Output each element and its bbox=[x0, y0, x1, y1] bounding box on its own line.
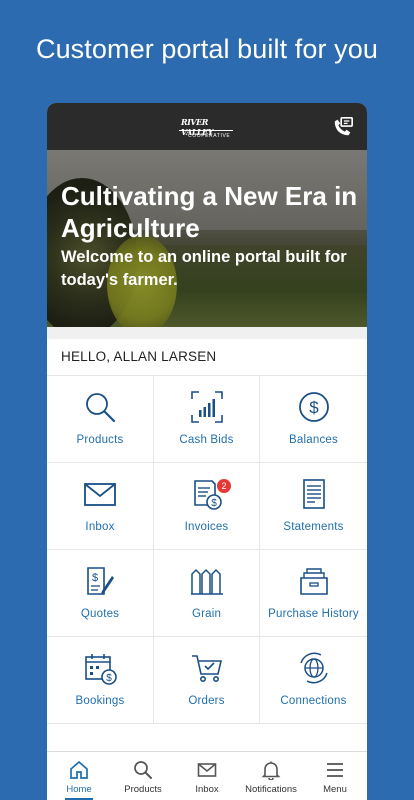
nav-label: Menu bbox=[323, 784, 347, 795]
envelope-icon bbox=[84, 483, 116, 506]
tile-label: Cash Bids bbox=[179, 434, 234, 446]
statement-icon bbox=[302, 479, 325, 509]
tile-label: Statements bbox=[283, 521, 344, 533]
nav-home[interactable]: Home bbox=[47, 752, 111, 800]
globe-icon bbox=[299, 652, 328, 684]
tile-purchase-history[interactable]: Purchase History bbox=[260, 550, 367, 637]
tile-cash-bids[interactable]: Cash Bids bbox=[154, 376, 260, 463]
bottom-navigation: Home Products Inbox Notifications Menu bbox=[47, 751, 367, 800]
tile-grain[interactable]: Grain bbox=[154, 550, 260, 637]
invoice-count-badge: 2 bbox=[217, 479, 231, 493]
nav-label: Inbox bbox=[195, 784, 219, 795]
river-valley-logo[interactable]: RIVER VALLEY COOPERATIVE bbox=[179, 111, 235, 143]
tile-products[interactable]: Products bbox=[47, 376, 154, 463]
phone-message-icon[interactable] bbox=[332, 116, 354, 138]
home-icon bbox=[70, 760, 88, 779]
tile-bookings[interactable]: $ Bookings bbox=[47, 637, 154, 724]
tile-connections[interactable]: Connections bbox=[260, 637, 367, 724]
headline: Customer portal built for you bbox=[35, 34, 379, 64]
tile-quotes[interactable]: $ Quotes bbox=[47, 550, 154, 637]
nav-label: Home bbox=[66, 784, 92, 795]
bell-icon bbox=[261, 761, 281, 780]
tile-label: Balances bbox=[289, 434, 338, 446]
tile-balances[interactable]: $ Balances bbox=[260, 376, 367, 463]
nav-products[interactable]: Products bbox=[111, 752, 175, 800]
tile-label: Invoices bbox=[184, 521, 229, 533]
hero-banner: Cultivating a New Era in Agriculture Wel… bbox=[47, 150, 367, 327]
tile-label: Quotes bbox=[80, 608, 120, 620]
tile-label: Products bbox=[76, 434, 124, 446]
tile-invoices[interactable]: $ 2 Invoices bbox=[154, 463, 260, 550]
logo-line2: COOPERATIVE bbox=[188, 133, 231, 139]
svg-text:$: $ bbox=[211, 498, 217, 509]
app-screen: RIVER VALLEY COOPERATIVE Cultivating a N… bbox=[47, 103, 367, 800]
tile-label: Purchase History bbox=[268, 608, 359, 620]
menu-icon bbox=[327, 763, 343, 777]
nav-menu[interactable]: Menu bbox=[303, 752, 367, 800]
svg-text:$: $ bbox=[309, 398, 319, 417]
hero-subtitle: Welcome to an online portal built for to… bbox=[61, 248, 347, 289]
dollar-icon: $ bbox=[298, 392, 329, 422]
nav-inbox[interactable]: Inbox bbox=[175, 752, 239, 800]
user-greeting: HELLO, ALLAN LARSEN bbox=[47, 339, 367, 376]
svg-text:$: $ bbox=[92, 572, 98, 584]
tile-label: Connections bbox=[280, 695, 347, 707]
envelope-icon bbox=[197, 763, 217, 777]
nav-label: Notifications bbox=[245, 784, 297, 795]
tile-label: Inbox bbox=[85, 521, 115, 533]
svg-text:$: $ bbox=[106, 673, 112, 684]
tile-label: Bookings bbox=[75, 695, 125, 707]
search-icon bbox=[134, 761, 152, 779]
tile-statements[interactable]: Statements bbox=[260, 463, 367, 550]
calendar-dollar-icon: $ bbox=[85, 654, 117, 685]
search-icon bbox=[86, 393, 116, 423]
feature-grid: Products Cash Bids $ Balances Inbox $ 2 … bbox=[47, 376, 367, 724]
nav-notifications[interactable]: Notifications bbox=[239, 752, 303, 800]
tile-inbox[interactable]: Inbox bbox=[47, 463, 154, 550]
chart-icon bbox=[190, 391, 223, 423]
grain-bins-icon bbox=[190, 568, 223, 595]
tile-label: Orders bbox=[188, 695, 225, 707]
cart-icon bbox=[191, 655, 222, 682]
app-bar: RIVER VALLEY COOPERATIVE bbox=[47, 103, 367, 150]
nav-label: Products bbox=[124, 784, 162, 795]
file-drawer-icon bbox=[299, 568, 328, 595]
tile-orders[interactable]: Orders bbox=[154, 637, 260, 724]
tile-label: Grain bbox=[191, 608, 222, 620]
hero-title: Cultivating a New Era in Agriculture bbox=[61, 181, 358, 243]
quote-icon: $ bbox=[87, 567, 114, 595]
